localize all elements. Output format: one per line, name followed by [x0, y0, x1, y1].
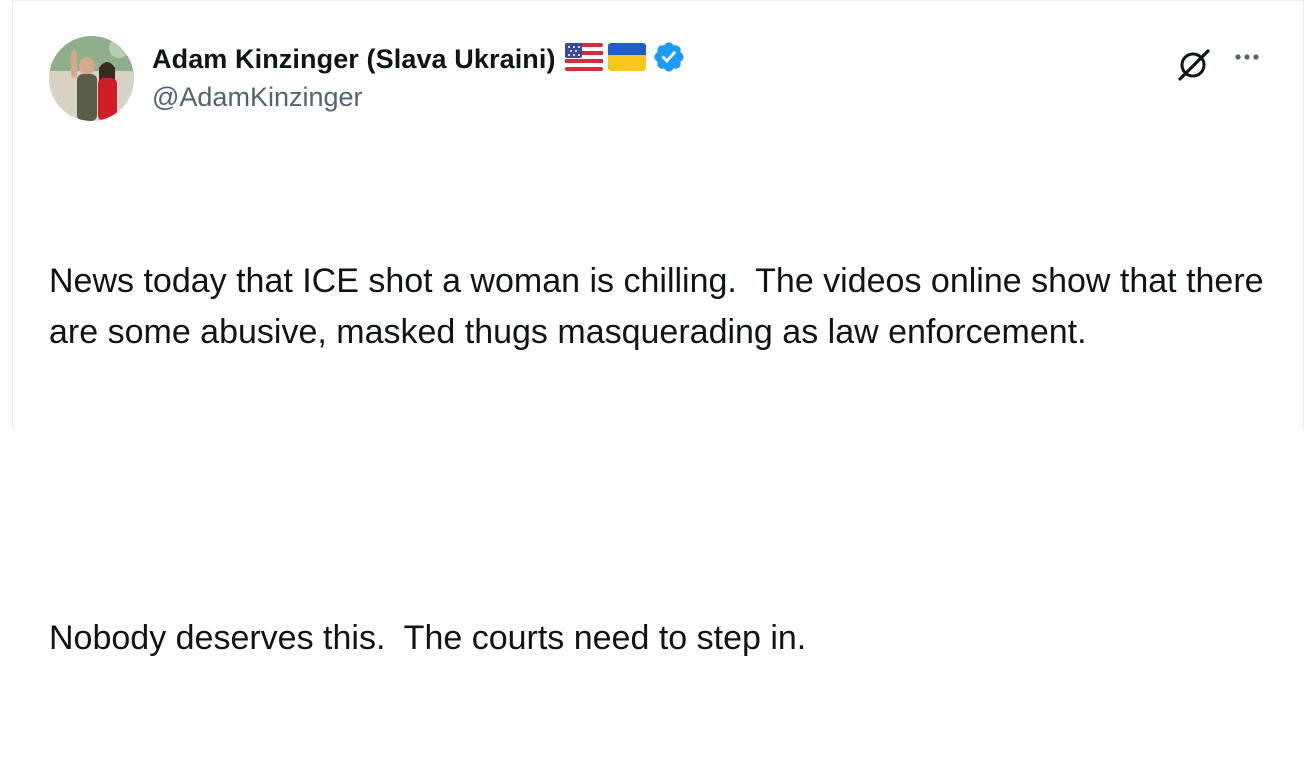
author-name[interactable]: Adam Kinzinger (Slava Ukraini): [152, 44, 556, 75]
author-row: Adam Kinzinger (Slava Ukraini): [152, 39, 686, 79]
us-flag-icon: [564, 42, 603, 76]
author-handle[interactable]: @AdamKinzinger: [152, 82, 363, 113]
verified-badge-icon[interactable]: [652, 40, 686, 79]
tweet-paragraph: Nobody deserves this. The courts need to…: [49, 619, 807, 657]
tweet-card[interactable]: Adam Kinzinger (Slava Ukraini) @AdamKinz…: [12, 0, 1304, 657]
ukraine-flag-icon: [607, 42, 646, 76]
tweet-text: News today that ICE shot a woman is chil…: [49, 154, 1279, 766]
grok-icon[interactable]: [1173, 41, 1217, 85]
tweet-paragraph: News today that ICE shot a woman is chil…: [49, 262, 1274, 351]
avatar-image: [49, 36, 134, 121]
more-icon[interactable]: [1225, 41, 1269, 77]
avatar[interactable]: [49, 36, 134, 121]
